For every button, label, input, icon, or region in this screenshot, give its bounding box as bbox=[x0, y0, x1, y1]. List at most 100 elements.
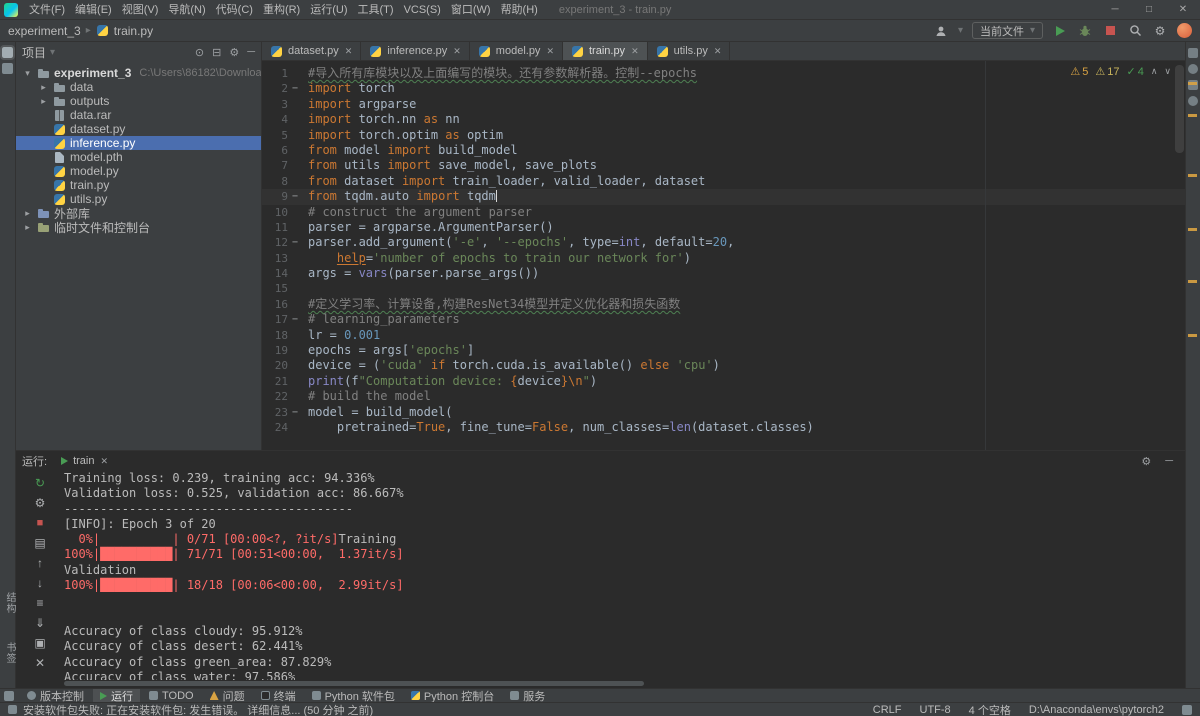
editor-line[interactable]: 18lr = 0.001 bbox=[262, 328, 1185, 343]
tree-item-data[interactable]: ▸data bbox=[16, 80, 261, 94]
editor-line[interactable]: 24 pretrained=True, fine_tune=False, num… bbox=[262, 420, 1185, 435]
search-icon[interactable] bbox=[1127, 23, 1143, 39]
line-number[interactable]: 20 bbox=[262, 358, 288, 373]
fold-icon[interactable]: − bbox=[288, 312, 302, 327]
toolwindow-services-button[interactable]: 服务 bbox=[503, 689, 552, 703]
down-stack-trace-icon[interactable]: ↓ bbox=[32, 575, 49, 592]
run-config-select[interactable]: 当前文件 ▾ bbox=[972, 22, 1043, 39]
minimize-icon[interactable]: ─ bbox=[1098, 0, 1132, 20]
toolwindow-package-button[interactable]: Python 软件包 bbox=[305, 689, 402, 703]
line-number[interactable]: 17 bbox=[262, 312, 288, 327]
line-number[interactable]: 5 bbox=[262, 128, 288, 143]
line-number[interactable]: 6 bbox=[262, 143, 288, 158]
maximize-icon[interactable]: □ bbox=[1132, 0, 1166, 20]
editor-line[interactable]: 1#导入所有库模块以及上面编写的模块。还有参数解析器。控制--epochs bbox=[262, 66, 1185, 81]
editor-line[interactable]: 21print(f"Computation device: {device}\n… bbox=[262, 374, 1185, 389]
line-number[interactable]: 19 bbox=[262, 343, 288, 358]
line-number[interactable]: 15 bbox=[262, 281, 288, 296]
avatar[interactable] bbox=[1177, 23, 1192, 38]
toolwindow-terminal-button[interactable]: 终端 bbox=[254, 689, 303, 703]
tab-utils.py[interactable]: utils.py✕ bbox=[648, 42, 731, 60]
stop-button[interactable] bbox=[1102, 23, 1118, 39]
encoding-widget[interactable]: UTF-8 bbox=[920, 704, 951, 716]
editor-line[interactable]: 19epochs = args['epochs'] bbox=[262, 343, 1185, 358]
tree-item-data.rar[interactable]: data.rar bbox=[16, 108, 261, 122]
fold-icon[interactable]: − bbox=[288, 235, 302, 250]
line-number[interactable]: 2 bbox=[262, 81, 288, 96]
menu-item[interactable]: 运行(U) bbox=[305, 4, 352, 16]
menu-item[interactable]: 文件(F) bbox=[24, 4, 70, 16]
tree-item-train.py[interactable]: train.py bbox=[16, 178, 261, 192]
line-number[interactable]: 13 bbox=[262, 251, 288, 266]
editor-line[interactable]: 12−parser.add_argument('-e', '--epochs',… bbox=[262, 235, 1185, 250]
tab-train.py[interactable]: train.py✕ bbox=[563, 42, 648, 60]
tab-model.py[interactable]: model.py✕ bbox=[470, 42, 563, 60]
ok-inspection-badge[interactable]: ✓4 bbox=[1126, 65, 1143, 78]
tab-inference.py[interactable]: inference.py✕ bbox=[361, 42, 469, 60]
menu-item[interactable]: 窗口(W) bbox=[446, 4, 496, 16]
bookmarks-toolwindow-button[interactable]: 书签 bbox=[2, 642, 17, 664]
tree-item-inference.py[interactable]: inference.py bbox=[16, 136, 261, 150]
structure-toolwindow-button[interactable]: 结构 bbox=[2, 592, 17, 614]
editor-line[interactable]: 16#定义学习率、计算设备,构建ResNet34模型并定义优化器和损失函数 bbox=[262, 297, 1185, 312]
chevron-icon[interactable]: ▸ bbox=[38, 96, 49, 107]
chevron-icon[interactable]: ▾ bbox=[22, 68, 33, 79]
line-number[interactable]: 23 bbox=[262, 405, 288, 420]
breadcrumb-file[interactable]: train.py bbox=[114, 24, 153, 38]
editor-line[interactable]: 8from dataset import train_loader, valid… bbox=[262, 174, 1185, 189]
console-horizontal-scrollbar[interactable] bbox=[64, 681, 644, 686]
soft-wrap-icon[interactable]: ≡ bbox=[32, 595, 49, 612]
interpreter-widget[interactable]: D:\Anaconda\envs\pytorch2 bbox=[1029, 704, 1164, 716]
line-number[interactable]: 3 bbox=[262, 97, 288, 112]
fold-icon[interactable]: − bbox=[288, 81, 302, 96]
menu-item[interactable]: 导航(N) bbox=[163, 4, 210, 16]
tree-item-外部库[interactable]: ▸外部库 bbox=[16, 206, 261, 220]
line-number[interactable]: 10 bbox=[262, 205, 288, 220]
chevron-down-icon[interactable]: ▾ bbox=[958, 25, 963, 36]
rerun-icon[interactable]: ↻ bbox=[32, 475, 49, 492]
editor-line[interactable]: 2−import torch bbox=[262, 81, 1185, 96]
line-number[interactable]: 24 bbox=[262, 420, 288, 435]
collapse-all-icon[interactable]: ⊟ bbox=[212, 46, 221, 59]
status-message[interactable]: 安装软件包失败: 正在安装软件包: 发生错误。 详细信息... (50 分钟 之… bbox=[23, 702, 373, 716]
line-number[interactable]: 22 bbox=[262, 389, 288, 404]
indent-widget[interactable]: 4 个空格 bbox=[969, 702, 1011, 716]
editor-line[interactable]: 23−model = build_model( bbox=[262, 405, 1185, 420]
chevron-icon[interactable]: ▸ bbox=[38, 82, 49, 93]
menu-item[interactable]: 重构(R) bbox=[258, 4, 305, 16]
code-editor[interactable]: 1#导入所有库模块以及上面编写的模块。还有参数解析器。控制--epochs2−i… bbox=[262, 61, 1185, 450]
line-number[interactable]: 8 bbox=[262, 174, 288, 189]
editor-line[interactable]: 15 bbox=[262, 281, 1185, 296]
chevron-icon[interactable]: ▸ bbox=[22, 222, 33, 233]
editor-line[interactable]: 17−# learning_parameters bbox=[262, 312, 1185, 327]
clear-all-icon[interactable]: ✕ bbox=[32, 655, 49, 672]
toolwindow-todo-button[interactable]: TODO bbox=[142, 689, 201, 703]
gear-icon[interactable]: ⚙ bbox=[1141, 455, 1151, 468]
quick-access-icon[interactable] bbox=[4, 691, 14, 701]
menu-item[interactable]: VCS(S) bbox=[399, 4, 446, 16]
scroll-to-end-icon[interactable]: ⇓ bbox=[32, 615, 49, 632]
settings-icon[interactable]: ⚙ bbox=[1152, 23, 1168, 39]
stop-icon[interactable]: ■ bbox=[32, 515, 49, 532]
menu-item[interactable]: 工具(T) bbox=[353, 4, 399, 16]
menu-item[interactable]: 视图(V) bbox=[117, 4, 164, 16]
run-tab-train[interactable]: train ✕ bbox=[57, 451, 112, 471]
editor-scrollbar[interactable] bbox=[1175, 65, 1184, 153]
close-icon[interactable]: ✕ bbox=[100, 456, 108, 467]
editor-line[interactable]: 5import torch.optim as optim bbox=[262, 128, 1185, 143]
debug-button[interactable] bbox=[1077, 23, 1093, 39]
fold-icon[interactable]: − bbox=[288, 189, 302, 204]
tree-item-experiment_3[interactable]: ▾experiment_3C:\Users\86182\Downloads\ex… bbox=[16, 66, 261, 80]
tree-item-model.pth[interactable]: model.pth bbox=[16, 150, 261, 164]
gear-icon[interactable]: ⚙ bbox=[229, 46, 239, 59]
edit-configuration-icon[interactable]: ⚙ bbox=[32, 495, 49, 512]
right-panel-icon-1[interactable] bbox=[1188, 48, 1198, 58]
print-icon[interactable]: ▣ bbox=[32, 635, 49, 652]
line-number[interactable]: 14 bbox=[262, 266, 288, 281]
hide-panel-icon[interactable]: ─ bbox=[1165, 455, 1173, 468]
close-icon[interactable]: ✕ bbox=[345, 46, 353, 57]
toolwindow-branch-button[interactable]: 版本控制 bbox=[20, 689, 91, 703]
editor-line[interactable]: 7from utils import save_model, save_plot… bbox=[262, 158, 1185, 173]
line-number[interactable]: 12 bbox=[262, 235, 288, 250]
close-icon[interactable]: ✕ bbox=[631, 46, 639, 57]
